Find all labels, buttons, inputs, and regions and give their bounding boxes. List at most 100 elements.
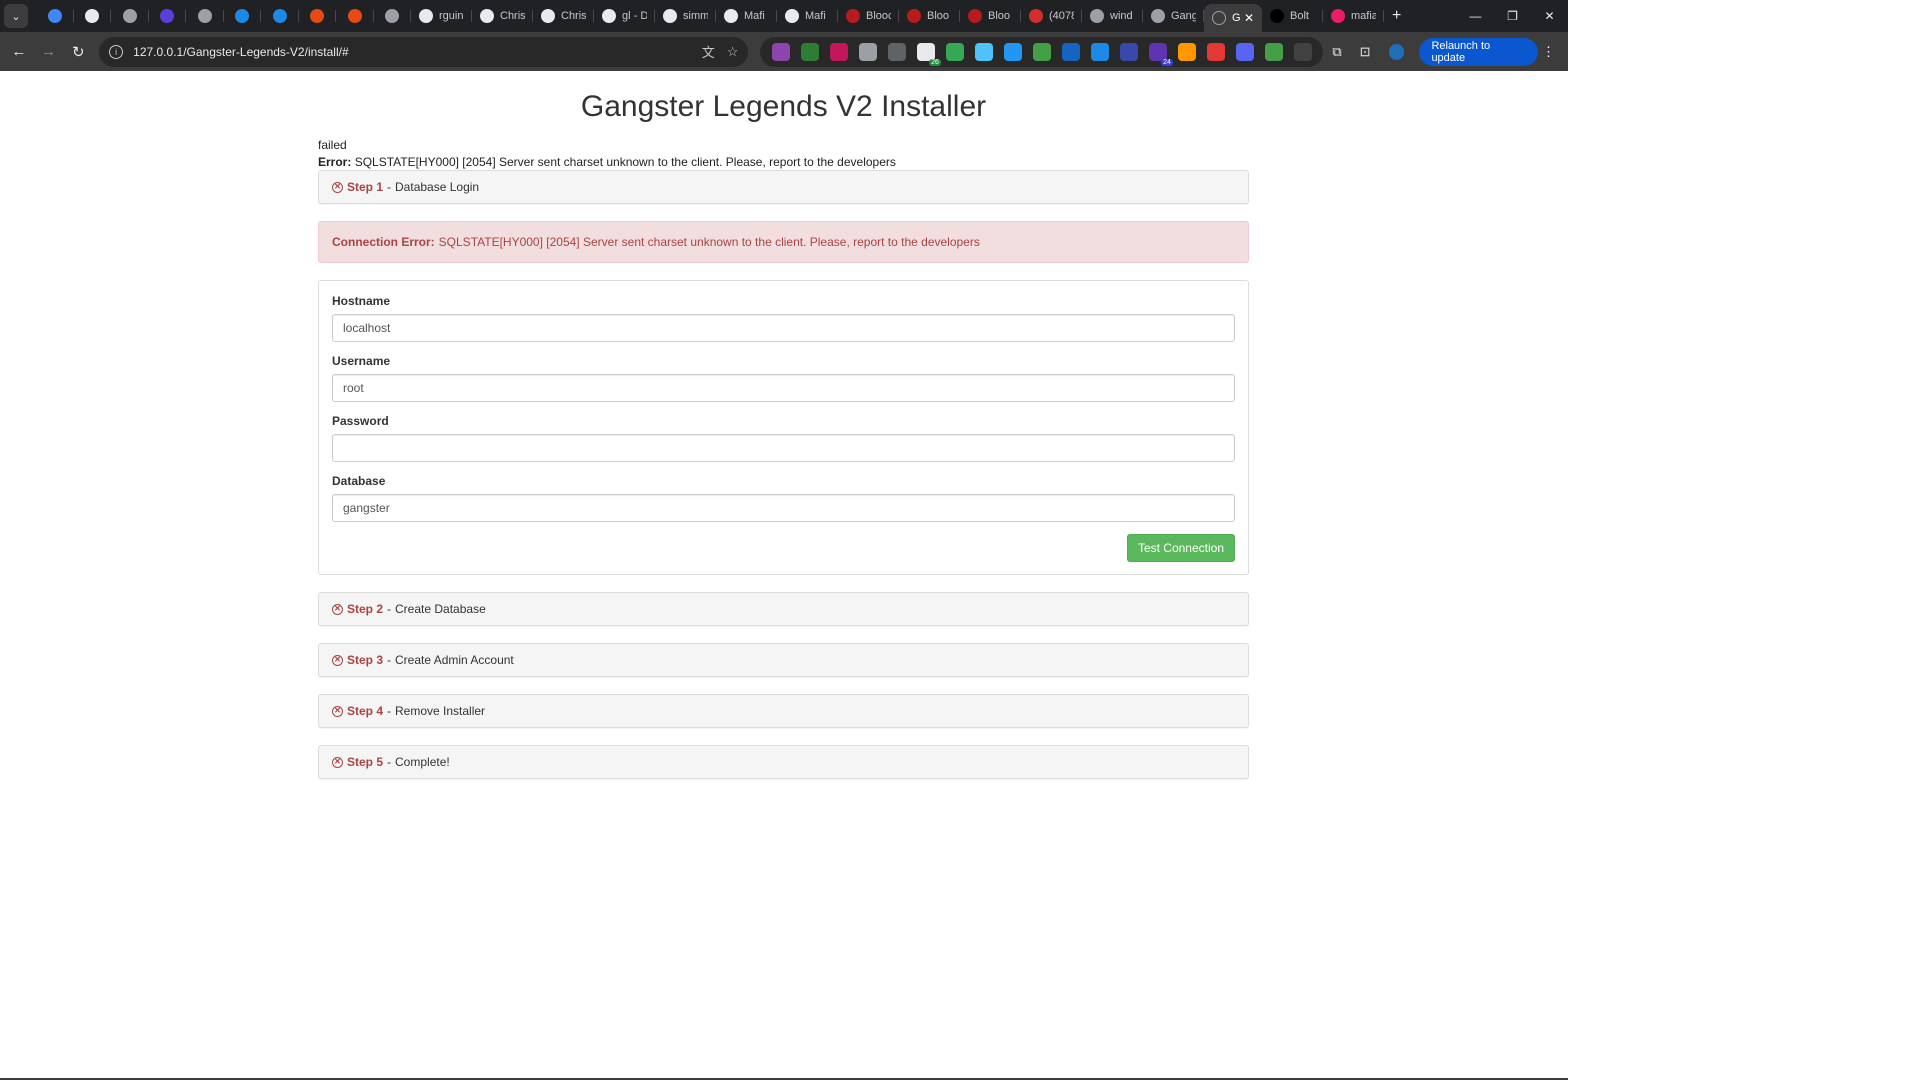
tab-7[interactable] <box>299 3 337 29</box>
tab-8[interactable] <box>336 3 374 29</box>
tabs-container-after: Bolt mafia <box>1262 3 1384 29</box>
window-controls: — ❐ ✕ <box>1457 0 1568 32</box>
tab-label: Chris <box>500 10 525 22</box>
tab-after-1[interactable]: mafia <box>1323 3 1384 29</box>
tab-5[interactable] <box>224 3 262 29</box>
globe-icon <box>1151 9 1165 23</box>
red-circle-ext-icon[interactable] <box>829 42 848 61</box>
grid-ext-icon[interactable] <box>974 42 993 61</box>
blank-ext-icon[interactable] <box>1293 42 1312 61</box>
hostname-input[interactable] <box>332 314 1235 342</box>
translate-icon[interactable]: 文 <box>702 42 715 61</box>
step-4-header[interactable]: ✕ Step 4- Remove Installer <box>318 694 1249 728</box>
restore-icon[interactable]: ❐ <box>1494 0 1531 32</box>
installer-container: Gangster Legends V2 Installer failed Err… <box>318 71 1249 779</box>
translate-ext-icon[interactable] <box>1061 42 1080 61</box>
tab-18[interactable]: Bloo <box>899 3 960 29</box>
qq-ext-icon[interactable] <box>1177 42 1196 61</box>
lovable-icon <box>1331 9 1345 23</box>
tab-11[interactable]: Chris <box>472 3 533 29</box>
tab-search-button[interactable]: ⌄ <box>4 4 28 28</box>
username-input[interactable] <box>332 374 1235 402</box>
site-info-icon[interactable]: i <box>109 44 124 59</box>
tab-active[interactable]: G ✕ <box>1204 4 1262 32</box>
globe-icon <box>1212 11 1226 25</box>
gem-ext-icon[interactable] <box>1003 42 1022 61</box>
tab-0[interactable] <box>36 3 74 29</box>
shield-ext-icon[interactable] <box>1264 42 1283 61</box>
globe-icon <box>122 9 137 23</box>
printer-ext-icon[interactable] <box>858 42 877 61</box>
tab-22[interactable]: Gang <box>1143 3 1204 29</box>
back-button[interactable]: ← <box>4 37 34 67</box>
leaf-ext-icon[interactable] <box>1032 42 1051 61</box>
screenshot-icon[interactable]: ⊡ <box>1360 44 1371 60</box>
profile-avatar-icon[interactable] <box>1388 43 1405 60</box>
step-title: Create Admin Account <box>395 653 514 667</box>
tab-10[interactable]: rguin <box>411 3 472 29</box>
globe-icon <box>1090 9 1104 23</box>
step-1-header[interactable]: ✕ Step 1 - Database Login <box>318 170 1249 204</box>
database-input[interactable] <box>332 494 1235 522</box>
username-label: Username <box>332 354 391 368</box>
hand-ext-icon[interactable] <box>1206 42 1225 61</box>
close-icon[interactable]: ✕ <box>1244 11 1254 25</box>
step-separator: - <box>387 653 392 667</box>
tab-21[interactable]: wind <box>1082 3 1143 29</box>
tab-1[interactable] <box>74 3 112 29</box>
test-connection-button[interactable]: Test Connection <box>1126 534 1235 562</box>
tab-15[interactable]: Mafi <box>716 3 777 29</box>
puzzle-gear-ext-icon[interactable] <box>771 42 790 61</box>
chart-icon <box>602 9 616 23</box>
error-circle-icon: ✕ <box>332 756 343 768</box>
tab-3[interactable] <box>149 3 187 29</box>
tab-19[interactable]: Bloo <box>960 3 1021 29</box>
tab-label: simm <box>683 10 708 22</box>
menu-kebab-icon[interactable]: ⋮ <box>1542 44 1555 60</box>
tab-14[interactable]: simm <box>655 3 716 29</box>
step-5-header[interactable]: ✕ Step 5- Complete! <box>318 745 1249 779</box>
step-title: Remove Installer <box>395 704 486 718</box>
address-bar[interactable]: i 127.0.0.1/Gangster-Legends-V2/install/… <box>99 36 749 67</box>
step-2-header[interactable]: ✕ Step 2- Create Database <box>318 592 1249 626</box>
calendar-ext-icon[interactable]: 26 <box>916 42 941 66</box>
tab-13[interactable]: gl - D <box>594 3 655 29</box>
tab-16[interactable]: Mafi <box>777 3 838 29</box>
relaunch-update-button[interactable]: Relaunch to update <box>1419 37 1538 66</box>
password-input[interactable] <box>332 434 1235 462</box>
forward-button[interactable]: → <box>34 37 64 67</box>
tab-9[interactable] <box>374 3 412 29</box>
tab-after-0[interactable]: Bolt <box>1262 3 1323 29</box>
reddit-icon <box>1029 9 1043 23</box>
alert-label: Connection Error: <box>332 235 435 249</box>
extensions-puzzle-icon[interactable]: ⧉ <box>1332 44 1341 60</box>
new-tab-button[interactable]: + <box>1392 7 1401 25</box>
error-line: Error: SQLSTATE[HY000] [2054] Server sen… <box>318 154 1249 171</box>
discord-ext-icon[interactable] <box>1235 42 1254 61</box>
error-circle-icon: ✕ <box>332 181 343 193</box>
table-ext-icon[interactable] <box>1119 42 1138 61</box>
tab-label: Mafi <box>744 10 765 22</box>
tab-6[interactable] <box>261 3 299 29</box>
url-text[interactable]: 127.0.0.1/Gangster-Legends-V2/install/# <box>133 45 690 59</box>
step-number: Step 4 <box>347 704 384 718</box>
tab-label: rguin <box>439 10 464 22</box>
tab-12[interactable]: Chris <box>533 3 594 29</box>
purple-ext-icon[interactable]: 24 <box>1148 42 1173 66</box>
tab-2[interactable] <box>111 3 149 29</box>
close-window-icon[interactable]: ✕ <box>1531 0 1568 32</box>
send-ext-icon[interactable] <box>945 42 964 61</box>
tab-17[interactable]: Blooc <box>838 3 899 29</box>
outline-ext-icon[interactable] <box>887 42 906 61</box>
reload-button[interactable]: ↻ <box>63 37 93 67</box>
page-title: Gangster Legends V2 Installer <box>580 90 987 123</box>
tab-4[interactable] <box>186 3 224 29</box>
error-label: Error: <box>318 154 352 169</box>
fb-ext-icon[interactable] <box>1090 42 1109 61</box>
step-3-header[interactable]: ✕ Step 3- Create Admin Account <box>318 643 1249 677</box>
minimize-icon[interactable]: — <box>1457 0 1494 32</box>
github-icon <box>663 9 677 23</box>
bookmark-star-icon[interactable]: ☆ <box>727 44 739 60</box>
tab-20[interactable]: (4078 <box>1021 3 1082 29</box>
dark-ext-icon[interactable] <box>800 42 819 61</box>
